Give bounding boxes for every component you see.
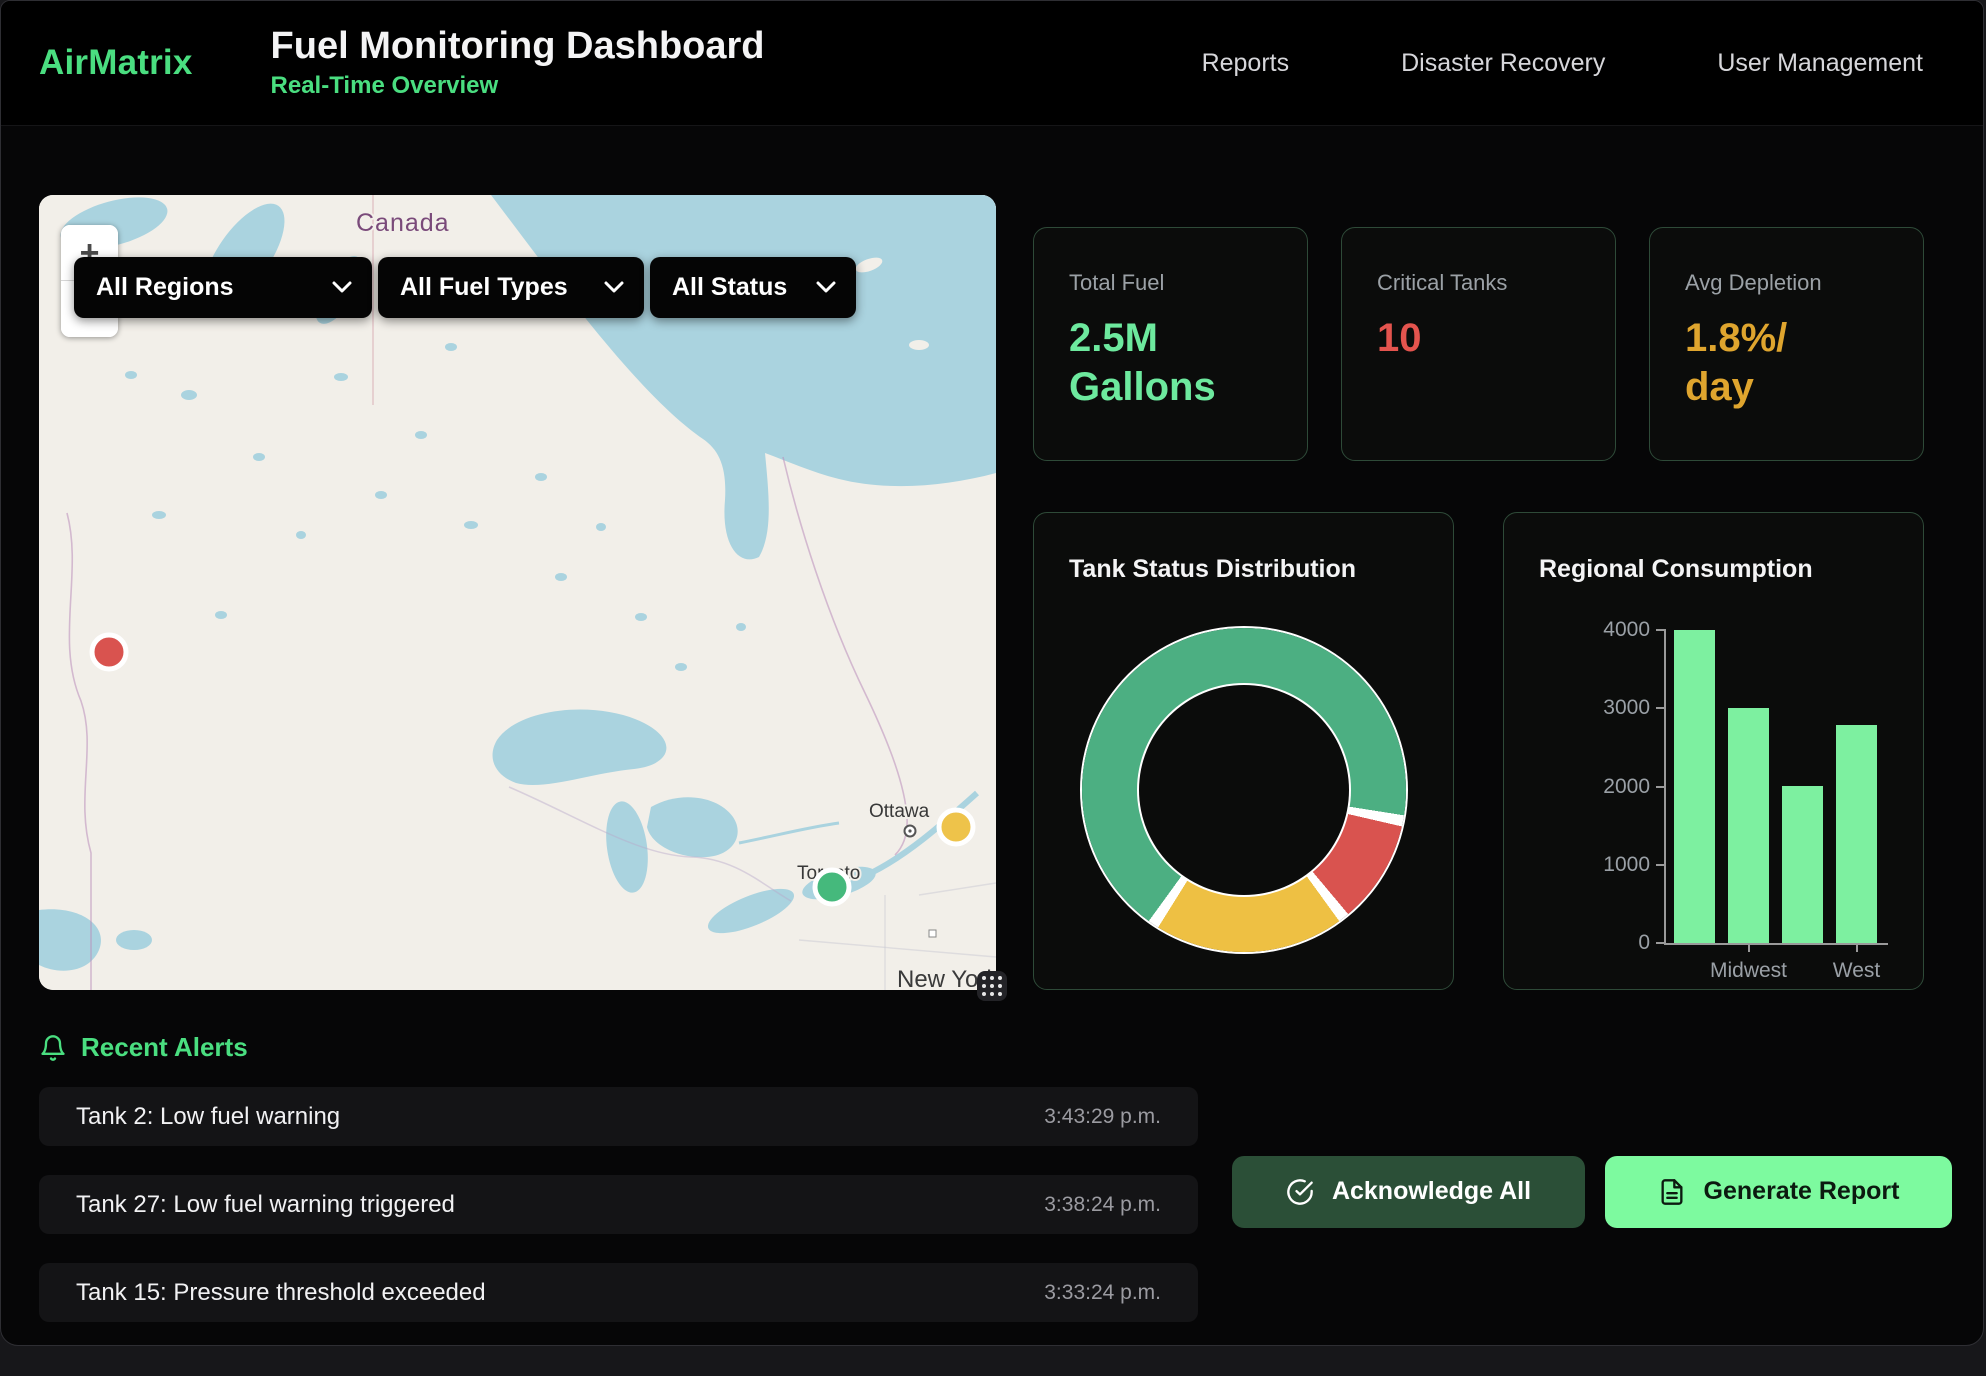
stat-label: Total Fuel (1069, 270, 1272, 296)
stat-card-total-fuel: Total Fuel 2.5MGallons (1033, 227, 1308, 461)
alert-timestamp: 3:38:24 p.m. (1044, 1193, 1161, 1217)
check-circle-icon (1286, 1178, 1314, 1206)
right-column: Total Fuel 2.5MGallons Critical Tanks 10… (1033, 227, 1924, 990)
tank-status-panel: Tank Status Distribution (1033, 512, 1454, 990)
alert-timestamp: 3:43:29 p.m. (1044, 1105, 1161, 1129)
page-subtitle: Real-Time Overview (271, 72, 765, 100)
fuel-type-filter-value: All Fuel Types (400, 273, 568, 302)
y-axis-label: 4000 (1570, 619, 1650, 640)
map-label-ottawa: Ottawa (869, 801, 930, 822)
nav-disaster-recovery[interactable]: Disaster Recovery (1401, 49, 1605, 78)
map-label-canada: Canada (356, 209, 450, 237)
y-axis-label: 2000 (1570, 776, 1650, 797)
header: AirMatrix Fuel Monitoring Dashboard Real… (1, 1, 1983, 126)
status-filter-value: All Status (672, 273, 787, 302)
stat-value-avg-depletion: 1.8%/day (1685, 314, 1855, 412)
alerts-heading: Recent Alerts (81, 1032, 248, 1063)
alerts-column: Recent Alerts Tank 2: Low fuel warning 3… (39, 1032, 1198, 1346)
fuel-type-filter-dropdown[interactable]: All Fuel Types (378, 257, 644, 318)
y-axis-label: 0 (1570, 932, 1650, 953)
normal-tank-marker[interactable] (815, 870, 849, 904)
alerts-header: Recent Alerts (39, 1032, 1198, 1063)
alert-row: Tank 2: Low fuel warning 3:43:29 p.m. (39, 1087, 1198, 1146)
chevron-down-icon (332, 281, 352, 294)
bar-1 (1728, 708, 1769, 943)
warning-tank-marker[interactable] (939, 810, 973, 844)
generate-report-button[interactable]: Generate Report (1605, 1156, 1952, 1228)
critical-tank-marker[interactable] (92, 635, 126, 669)
tank-status-donut (1082, 628, 1406, 952)
chevron-down-icon (604, 281, 624, 294)
stat-value-critical-tanks: 10 (1377, 314, 1547, 363)
stat-label: Avg Depletion (1685, 270, 1888, 296)
y-axis-label: 3000 (1570, 697, 1650, 718)
regional-consumption-panel: Regional Consumption MidwestWest01000200… (1503, 512, 1924, 990)
top-nav: Reports Disaster Recovery User Managemen… (1202, 49, 1923, 78)
file-text-icon (1658, 1178, 1686, 1206)
bar-chart-title: Regional Consumption (1539, 555, 1888, 584)
bar-3 (1836, 725, 1877, 943)
bar-0 (1674, 630, 1715, 943)
status-filter-dropdown[interactable]: All Status (650, 257, 856, 318)
bell-icon (39, 1034, 67, 1062)
page-title: Fuel Monitoring Dashboard (271, 26, 765, 68)
alert-message: Tank 15: Pressure threshold exceeded (76, 1279, 486, 1307)
stat-value-total-fuel: 2.5MGallons (1069, 314, 1239, 412)
alert-row: Tank 15: Pressure threshold exceeded 3:3… (39, 1263, 1198, 1322)
alert-row: Tank 27: Low fuel warning triggered 3:38… (39, 1175, 1198, 1234)
stat-label: Critical Tanks (1377, 270, 1580, 296)
region-filter-dropdown[interactable]: All Regions (74, 257, 372, 318)
x-axis-label: West (1833, 959, 1880, 983)
map-filters: All Regions All Fuel Types All Status (74, 257, 856, 318)
stat-cards: Total Fuel 2.5MGallons Critical Tanks 10… (1033, 227, 1924, 461)
y-axis-label: 1000 (1570, 854, 1650, 875)
acknowledge-all-button[interactable]: Acknowledge All (1232, 1156, 1585, 1228)
chart-panels: Tank Status Distribution Regional Consum… (1033, 512, 1924, 990)
brand-logo: AirMatrix (39, 43, 193, 83)
chevron-down-icon (816, 281, 836, 294)
donut-chart-title: Tank Status Distribution (1069, 555, 1418, 584)
stat-card-avg-depletion: Avg Depletion 1.8%/day (1649, 227, 1924, 461)
nav-user-management[interactable]: User Management (1717, 49, 1923, 78)
alerts-section: Recent Alerts Tank 2: Low fuel warning 3… (1, 990, 1983, 1346)
alert-message: Tank 2: Low fuel warning (76, 1103, 340, 1131)
resize-drag-handle[interactable] (977, 971, 1007, 1001)
bar-chart: MidwestWest01000200030004000 (1664, 630, 1888, 945)
dashboard-shell: AirMatrix Fuel Monitoring Dashboard Real… (0, 0, 1984, 1346)
x-axis-label: Midwest (1710, 959, 1787, 983)
action-buttons: Acknowledge All Generate Report (1232, 1156, 1952, 1228)
bar-2 (1782, 786, 1823, 943)
fuel-map[interactable]: Canada Ottawa Toronto New York (39, 195, 996, 990)
alert-message: Tank 27: Low fuel warning triggered (76, 1191, 455, 1219)
title-block: Fuel Monitoring Dashboard Real-Time Over… (271, 26, 765, 100)
alert-list: Tank 2: Low fuel warning 3:43:29 p.m. Ta… (39, 1087, 1198, 1322)
bar-plot: MidwestWest01000200030004000 (1664, 630, 1888, 945)
stat-card-critical-tanks: Critical Tanks 10 (1341, 227, 1616, 461)
region-filter-value: All Regions (96, 273, 234, 302)
alert-timestamp: 3:33:24 p.m. (1044, 1281, 1161, 1305)
nav-reports[interactable]: Reports (1202, 49, 1290, 78)
